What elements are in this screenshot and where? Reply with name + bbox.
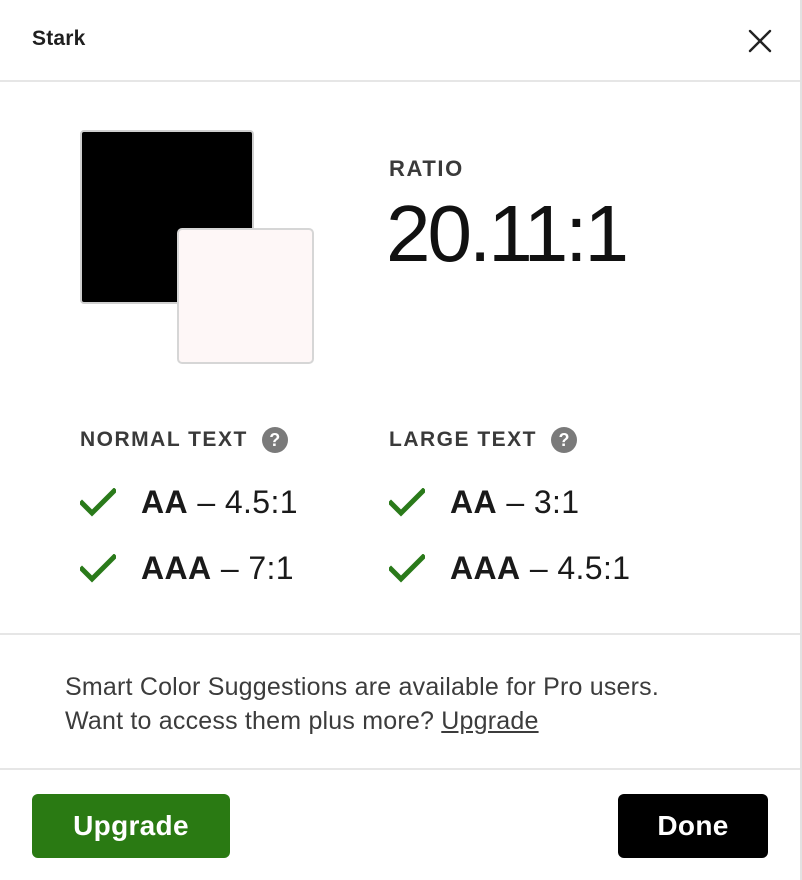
checkmark-icon bbox=[389, 553, 425, 583]
ratio-label: RATIO bbox=[389, 156, 464, 181]
large-aa-threshold: 3:1 bbox=[533, 484, 580, 520]
dialog-header: Stark bbox=[0, 0, 800, 82]
normal-text-section: NORMAL TEXT ? AA – 4.5:1 AAA – 7:1 bbox=[80, 426, 298, 586]
background-color-swatch bbox=[177, 228, 314, 364]
close-icon bbox=[748, 29, 772, 53]
promo-line-2-text: Want to access them plus more? bbox=[65, 707, 442, 735]
large-aa-separator: – bbox=[497, 484, 534, 520]
promo-line-1: Smart Color Suggestions are available fo… bbox=[65, 673, 660, 701]
large-aa-level: AA bbox=[450, 484, 498, 520]
normal-aa-text: AA – 4.5:1 bbox=[141, 484, 298, 521]
upgrade-link[interactable]: Upgrade bbox=[441, 707, 538, 735]
normal-text-heading-label: NORMAL TEXT bbox=[80, 428, 248, 451]
help-icon[interactable]: ? bbox=[261, 427, 288, 453]
normal-aaa-text: AAA – 7:1 bbox=[141, 550, 294, 587]
normal-text-heading: NORMAL TEXT ? bbox=[80, 426, 288, 454]
normal-aaa-threshold: 7:1 bbox=[248, 550, 294, 586]
normal-aaa-level: AAA bbox=[141, 550, 212, 586]
checkmark-icon bbox=[389, 487, 425, 517]
large-aaa-check: AAA – 4.5:1 bbox=[389, 550, 630, 587]
normal-aa-separator: – bbox=[188, 484, 225, 520]
large-aaa-threshold: 4.5:1 bbox=[557, 550, 631, 586]
normal-aa-threshold: 4.5:1 bbox=[224, 484, 298, 520]
large-aaa-text: AAA – 4.5:1 bbox=[450, 550, 630, 587]
divider bbox=[0, 633, 800, 635]
divider bbox=[0, 768, 800, 770]
normal-aaa-check: AAA – 7:1 bbox=[80, 550, 294, 587]
checkmark-icon bbox=[80, 487, 116, 517]
close-button[interactable] bbox=[745, 26, 775, 56]
checkmark-icon bbox=[80, 553, 116, 583]
upgrade-button[interactable]: Upgrade bbox=[32, 794, 230, 858]
large-text-heading: LARGE TEXT ? bbox=[389, 426, 578, 454]
large-aaa-level: AAA bbox=[450, 550, 521, 586]
large-aa-text: AA – 3:1 bbox=[450, 484, 580, 521]
normal-aa-level: AA bbox=[141, 484, 189, 520]
ratio-value: 20.11:1 bbox=[386, 189, 629, 278]
pro-promo-message: Smart Color Suggestions are available fo… bbox=[65, 670, 659, 738]
help-icon[interactable]: ? bbox=[551, 427, 578, 453]
large-aaa-separator: – bbox=[520, 550, 558, 586]
promo-line-2: Want to access them plus more? Upgrade bbox=[65, 704, 659, 738]
normal-aa-check: AA – 4.5:1 bbox=[80, 484, 298, 521]
normal-aaa-separator: – bbox=[211, 550, 249, 586]
large-aa-check: AA – 3:1 bbox=[389, 484, 580, 521]
done-button[interactable]: Done bbox=[618, 794, 768, 858]
stark-dialog: Stark RATIO 20.11:1 NORMAL TEXT ? AA – 4… bbox=[0, 0, 802, 880]
large-text-heading-label: LARGE TEXT bbox=[389, 428, 538, 451]
app-title: Stark bbox=[32, 27, 86, 50]
large-text-section: LARGE TEXT ? AA – 3:1 AAA – 4.5:1 bbox=[389, 426, 630, 586]
